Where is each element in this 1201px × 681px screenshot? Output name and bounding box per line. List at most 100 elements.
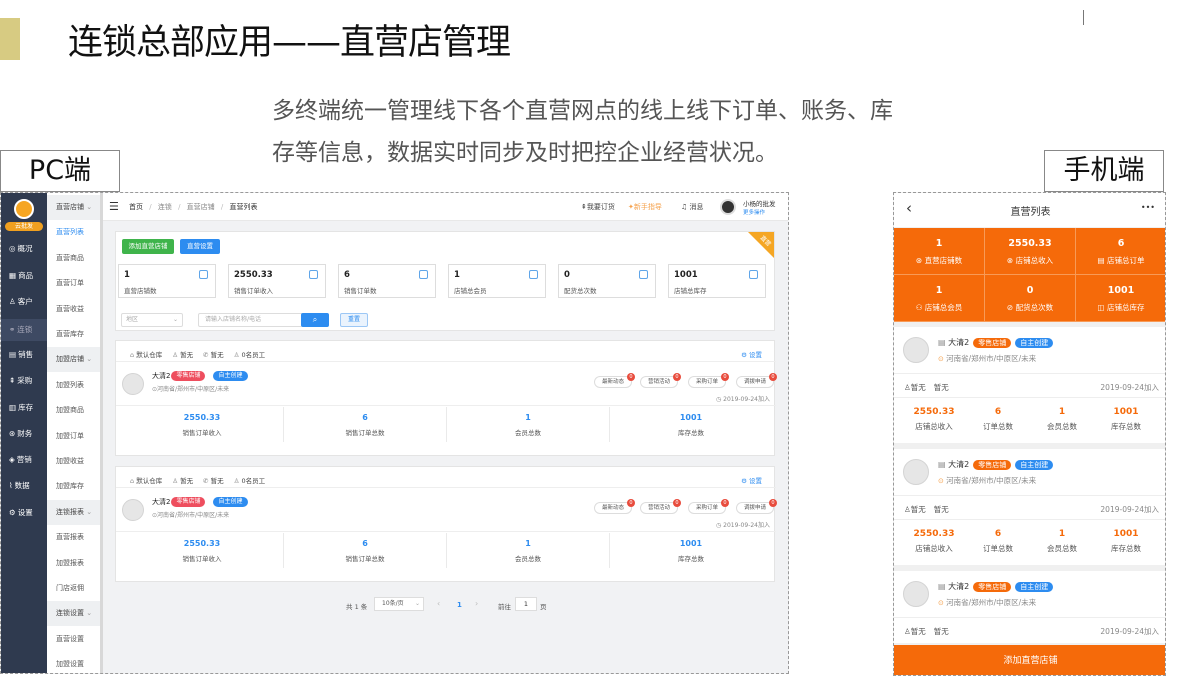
stat-icon (749, 270, 758, 279)
mobile-stat-value: 1001 (1107, 285, 1135, 296)
sidebar-item-10[interactable]: ⚙ 设置 (1, 502, 47, 524)
search-input[interactable]: 请输入店铺名称/电话 (198, 313, 303, 327)
mobile-stat: 1001 ◫ 店铺总库存 (1076, 275, 1165, 322)
sidebar-item-label: 销售 (18, 350, 34, 359)
more-icon[interactable]: ••• (1141, 203, 1155, 212)
reset-button[interactable]: 重置 (340, 313, 368, 327)
store-name[interactable]: 大清2 (152, 372, 170, 380)
store-name-row: 大清2 零售店铺 自主创建 (152, 497, 248, 507)
mobile-store-card[interactable]: ▤ 大清2 零售店铺 自主创建 ⊙ 河南省/郑州市/中原区/未来 ♙暂无 暂无 2019-0… (894, 449, 1165, 565)
next-page-icon[interactable]: › (475, 599, 478, 608)
avatar[interactable] (720, 199, 736, 215)
submenu-label: 加盟订单 (56, 431, 84, 440)
sidebar-item-6[interactable]: ▥ 库存 (1, 397, 47, 419)
add-store-button[interactable]: 添加直营店铺 (894, 645, 1165, 675)
submenu-item-5[interactable]: 直营库存 (47, 322, 100, 347)
submenu-item-9[interactable]: 加盟订单 (47, 424, 100, 449)
submenu-item-8[interactable]: 加盟商品 (47, 398, 100, 423)
submenu-label: 加盟收益 (56, 457, 84, 465)
search-button[interactable]: ⌕ (301, 313, 329, 327)
inventory-icon: ◫ (1097, 303, 1107, 312)
store-name-row: ▤ 大清2 零售店铺 自主创建 (938, 581, 1054, 592)
mobile-card-stat-label: 会员总数 (1047, 544, 1077, 553)
order-link[interactable]: ⇞我要订货 (581, 193, 615, 221)
submenu-item-16[interactable]: 连锁设置 ⌄ (47, 601, 100, 627)
submenu-item-3[interactable]: 直营订单 (47, 271, 100, 296)
pill-count-badge: 0 (673, 499, 681, 507)
submenu-item-15[interactable]: 门店返佣 (47, 576, 100, 601)
current-page[interactable]: 1 (457, 601, 462, 609)
breadcrumb-home[interactable]: 首页 (129, 203, 143, 211)
sidebar-item-2[interactable]: ♙ 客户 (1, 291, 47, 313)
submenu-item-14[interactable]: 加盟报表 (47, 551, 100, 576)
store-name[interactable]: 大清2 (152, 498, 170, 506)
store-settings-link[interactable]: ⚙ 设置 (741, 475, 762, 485)
mobile-store-card[interactable]: ▤ 大清2 零售店铺 自主创建 ⊙ 河南省/郑州市/中原区/未来 ♙暂无 暂无 2019-0… (894, 327, 1165, 443)
breadcrumb-chain[interactable]: 连锁 (158, 203, 172, 211)
submenu-item-13[interactable]: 直营报表 (47, 525, 100, 550)
submenu-item-7[interactable]: 加盟列表 (47, 373, 100, 398)
divider (609, 407, 610, 442)
user-name[interactable]: 小杨的批发 (743, 198, 776, 208)
goto-input[interactable]: 1 (515, 597, 537, 611)
action-pill[interactable]: 采购订单 0 (688, 373, 729, 388)
top-bar: ☰ 首页 / 连锁 / 直营店铺 / 直营列表 ⇞我要订货 ✦新手指导 ♫ 消息… (103, 193, 788, 221)
mobile-stat-label: 配货总次数 (1015, 303, 1054, 312)
gauge-icon: ◎ (9, 244, 16, 253)
submenu-item-1[interactable]: 直营列表 (47, 220, 100, 245)
menu-icon[interactable]: ☰ (109, 193, 119, 221)
breadcrumb-direct[interactable]: 直营店铺 (187, 203, 215, 211)
sidebar-item-0[interactable]: ◎ 概况 (1, 238, 47, 260)
sidebar-item-4[interactable]: ▤ 销售 (1, 344, 47, 366)
submenu-item-17[interactable]: 直营设置 (47, 627, 100, 652)
submenu-item-6[interactable]: 加盟店铺 ⌄ (47, 347, 100, 373)
action-pill[interactable]: 最新动态 0 (594, 499, 635, 514)
page-unit: 页 (540, 603, 547, 611)
tag-retail: 零售店铺 (973, 337, 1012, 348)
store-stat-label: 销售订单总数 (345, 555, 385, 563)
sidebar-item-3[interactable]: ⚭ 连锁 (1, 319, 47, 341)
store-stat-value: 6 (362, 413, 368, 422)
region-select[interactable]: 地区 ⌄ (121, 313, 183, 327)
tag-self-created: 自主创建 (213, 371, 248, 381)
store-stat-label: 库存总数 (678, 555, 704, 563)
more-actions[interactable]: 更多操作 (743, 208, 765, 216)
submenu-item-4[interactable]: 直营收益 (47, 297, 100, 322)
submenu-item-12[interactable]: 连锁报表 ⌄ (47, 499, 100, 525)
sidebar-item-9[interactable]: ⌇ 数据 (1, 475, 47, 497)
stat-label: 店铺总会员 (454, 287, 487, 295)
mobile-store-card[interactable]: ▤ 大清2 零售店铺 自主创建 ⊙ 河南省/郑州市/中原区/未来 ♙暂无 暂无 2019-0… (894, 571, 1165, 643)
mobile-stat: 1 ⚇ 店铺总会员 (894, 275, 985, 322)
submenu-item-0[interactable]: 直营店铺 ⌄ (47, 195, 100, 220)
submenu-item-18[interactable]: 加盟设置 (47, 652, 100, 673)
mobile-card-stat-value: 1001 (1113, 529, 1139, 539)
guide-link[interactable]: ✦新手指导 (628, 193, 662, 221)
action-pill[interactable]: 调拨申请 0 (736, 499, 777, 514)
submenu-label: 直营商品 (56, 253, 84, 262)
add-store-button[interactable]: 添加直营店铺 (122, 239, 174, 254)
action-pill[interactable]: 采购订单 0 (688, 499, 729, 514)
stat-icon (529, 270, 538, 279)
sidebar-item-8[interactable]: ◈ 营销 (1, 449, 47, 471)
action-pill[interactable]: 营销活动 0 (640, 373, 681, 388)
submenu-item-10[interactable]: 加盟收益 (47, 449, 100, 474)
sidebar-item-7[interactable]: ⊛ 财务 (1, 423, 47, 445)
action-pill[interactable]: 调拨申请 0 (736, 373, 777, 388)
submenu-item-2[interactable]: 直营商品 (47, 246, 100, 271)
mobile-card-stat-value: 2550.33 (913, 407, 955, 417)
sidebar-item-5[interactable]: ⇞ 采购 (1, 370, 47, 392)
action-pill[interactable]: 营销活动 0 (640, 499, 681, 514)
mobile-card-stat-value: 6 (994, 407, 1002, 417)
gear-icon: ⚙ (741, 351, 749, 359)
action-pill[interactable]: 最新动态 0 (594, 373, 635, 388)
phone-icon: ✆ (203, 477, 211, 485)
stat-value: 1 (454, 270, 460, 280)
message-link[interactable]: ♫ 消息 (681, 193, 704, 221)
page-size-select[interactable]: 10条/页 ⌄ (374, 597, 424, 611)
store-name-row: 大清2 零售店铺 自主创建 (152, 371, 248, 381)
store-settings-link[interactable]: ⚙ 设置 (741, 349, 762, 359)
submenu-item-11[interactable]: 加盟库存 (47, 474, 100, 499)
sidebar-item-1[interactable]: ▦ 商品 (1, 265, 47, 287)
prev-page-icon[interactable]: ‹ (437, 599, 440, 608)
settings-button[interactable]: 直营设置 (180, 239, 220, 254)
